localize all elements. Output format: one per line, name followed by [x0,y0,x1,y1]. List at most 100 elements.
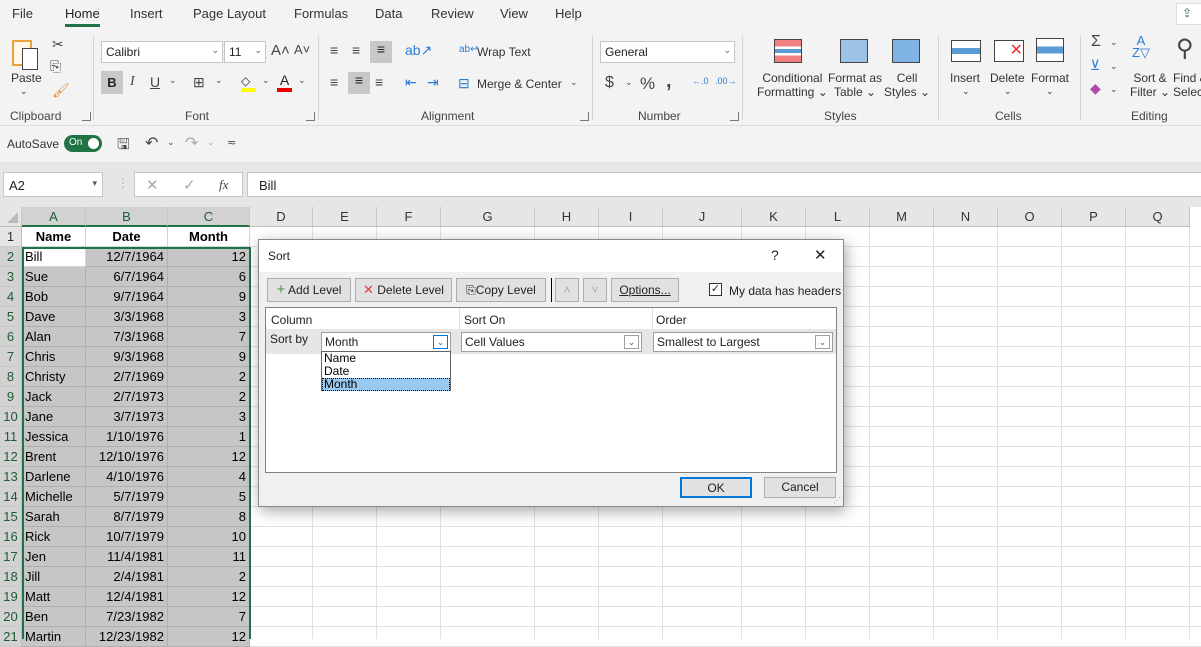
redo-icon[interactable]: ↷ [185,133,198,153]
options-button[interactable]: Options... [611,278,679,302]
headers-checkbox[interactable]: ✓ [709,283,722,296]
undo-icon[interactable]: ↶ [145,133,158,153]
cell-a16[interactable]: Rick [22,527,86,547]
font-color-dropdown-icon[interactable]: ⌄ [298,75,306,86]
cell-c17[interactable]: 11 [168,547,250,567]
column-header-i[interactable]: I [599,207,663,227]
number-format-select[interactable]: General ⌄ [600,41,735,63]
autosave-toggle[interactable]: On [64,135,102,152]
resize-grip-icon[interactable]: ⋰ [833,496,841,505]
clipboard-launcher-icon[interactable] [82,112,91,121]
cell-b1[interactable]: Date [86,227,168,247]
cell-a13[interactable]: Darlene [22,467,86,487]
row-header-15[interactable]: 15 [0,507,22,527]
cell-c16[interactable]: 10 [168,527,250,547]
increase-decimal-icon[interactable]: ←.0 [692,76,709,86]
comma-button[interactable]: , [666,70,672,93]
row-header-16[interactable]: 16 [0,527,22,547]
tab-review[interactable]: Review [431,6,474,21]
cell-b7[interactable]: 9/3/1968 [86,347,168,367]
cell-a15[interactable]: Sarah [22,507,86,527]
tab-file[interactable]: File [12,6,33,21]
add-level-button[interactable]: + Add Level [267,278,351,302]
cell-b21[interactable]: 12/23/1982 [86,627,168,647]
orientation-icon[interactable]: ab↗ [405,42,432,59]
cell-c8[interactable]: 2 [168,367,250,387]
align-left-icon[interactable]: ≡ [330,74,338,90]
conditional-formatting-button[interactable]: Conditional Formatting ⌄ [757,71,828,99]
cell-a19[interactable]: Matt [22,587,86,607]
autosum-icon[interactable]: Σ [1091,33,1101,51]
ok-button[interactable]: OK [680,477,752,498]
row-header-12[interactable]: 12 [0,447,22,467]
column-header-k[interactable]: K [742,207,806,227]
tab-home[interactable]: Home [65,6,100,27]
font-launcher-icon[interactable] [306,112,315,121]
cell-a14[interactable]: Michelle [22,487,86,507]
align-bottom-icon[interactable]: ≡ [370,41,392,63]
cell-a12[interactable]: Brent [22,447,86,467]
cell-b18[interactable]: 2/4/1981 [86,567,168,587]
tab-help[interactable]: Help [555,6,582,21]
cell-a9[interactable]: Jack [22,387,86,407]
headers-checkbox-label[interactable]: My data has headers [729,284,841,298]
align-right-icon[interactable]: ≡ [375,74,383,90]
underline-dropdown-icon[interactable]: ⌄ [169,75,177,86]
delete-level-button[interactable]: ✕ Delete Level [355,278,452,302]
cell-c19[interactable]: 12 [168,587,250,607]
insert-function-icon[interactable]: fx [219,177,228,193]
column-header-h[interactable]: H [535,207,599,227]
cell-c4[interactable]: 9 [168,287,250,307]
alignment-launcher-icon[interactable] [580,112,589,121]
tab-formulas[interactable]: Formulas [294,6,348,21]
column-header-q[interactable]: Q [1126,207,1190,227]
cell-c21[interactable]: 12 [168,627,250,647]
paste-icon[interactable] [10,36,40,72]
cell-b2[interactable]: 12/7/1964 [86,247,168,267]
chevron-down-icon[interactable]: ⌄ [815,335,830,349]
customize-qat-icon[interactable]: ≂ [227,136,236,149]
row-header-20[interactable]: 20 [0,607,22,627]
paste-dropdown-icon[interactable]: ⌄ [20,86,28,97]
cell-b4[interactable]: 9/7/1964 [86,287,168,307]
increase-font-icon[interactable]: A˄ [271,42,290,59]
row-header-7[interactable]: 7 [0,347,22,367]
cell-a7[interactable]: Chris [22,347,86,367]
cell-c20[interactable]: 7 [168,607,250,627]
undo-dropdown-icon[interactable]: ⌄ [167,137,175,148]
paste-button[interactable]: Paste [11,71,42,85]
cell-c2[interactable]: 12 [168,247,250,267]
insert-button[interactable]: Insert [950,71,980,85]
font-name-select[interactable]: Calibri ⌄ [101,41,223,63]
row-header-14[interactable]: 14 [0,487,22,507]
cell-a20[interactable]: Ben [22,607,86,627]
cell-a8[interactable]: Christy [22,367,86,387]
cell-c7[interactable]: 9 [168,347,250,367]
row-header-5[interactable]: 5 [0,307,22,327]
order-select[interactable]: Smallest to Largest ⌄ [653,332,833,352]
cell-c18[interactable]: 2 [168,567,250,587]
clear-icon[interactable]: ◆ [1090,80,1101,97]
column-select[interactable]: Month ⌄ [321,332,451,352]
cell-a21[interactable]: Martin [22,627,86,647]
share-icon[interactable]: ⇪ [1176,3,1201,25]
merge-center-button[interactable]: Merge & Center [477,77,562,91]
cell-b9[interactable]: 2/7/1973 [86,387,168,407]
decrease-indent-icon[interactable]: ⇤ [405,74,417,91]
row-header-6[interactable]: 6 [0,327,22,347]
dropdown-option-month[interactable]: Month [322,378,450,391]
decrease-font-icon[interactable]: A˅ [294,42,310,57]
column-header-b[interactable]: B [86,207,168,227]
tab-page-layout[interactable]: Page Layout [193,6,266,21]
cancel-icon[interactable]: ✕ [146,176,159,194]
number-launcher-icon[interactable] [730,112,739,121]
column-header-g[interactable]: G [441,207,535,227]
format-button[interactable]: Format [1031,71,1069,85]
cell-c9[interactable]: 2 [168,387,250,407]
column-header-f[interactable]: F [377,207,441,227]
column-header-j[interactable]: J [663,207,742,227]
column-header-l[interactable]: L [806,207,870,227]
cell-a2[interactable]: Bill [22,247,86,267]
row-header-18[interactable]: 18 [0,567,22,587]
merge-dropdown-icon[interactable]: ⌄ [570,77,578,88]
